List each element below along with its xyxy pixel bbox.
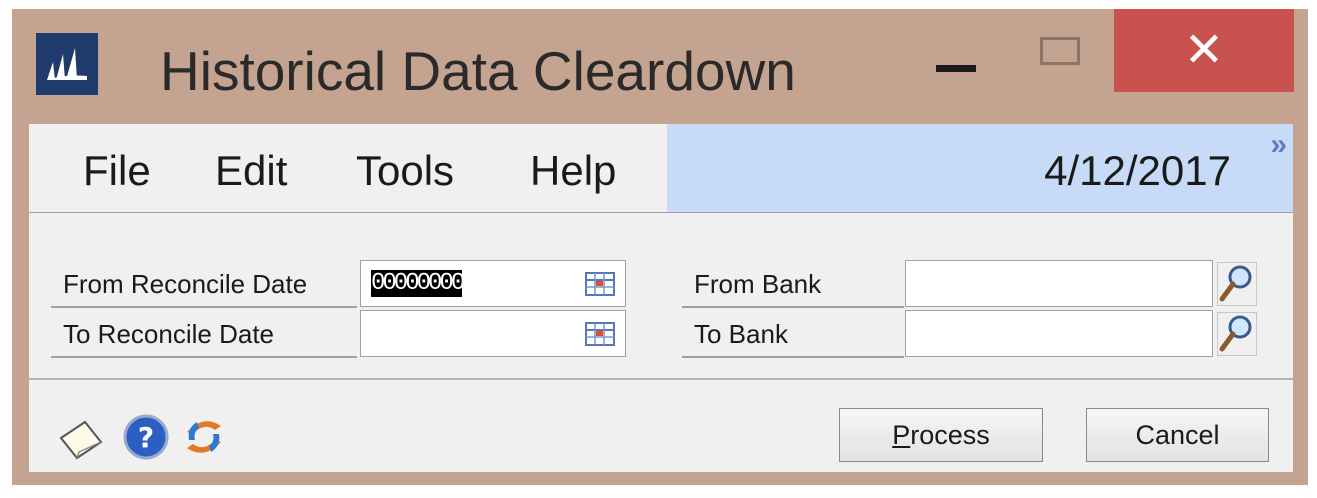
to-reconcile-date-label: To Reconcile Date: [51, 310, 357, 358]
process-button-mnemonic: P: [892, 420, 911, 450]
dialog-window: Historical Data Cleardown ✕ File Edit To…: [12, 9, 1308, 485]
from-bank-label: From Bank: [682, 260, 904, 308]
menu-help[interactable]: Help: [530, 146, 616, 196]
cancel-button[interactable]: Cancel: [1086, 408, 1269, 462]
svg-text:?: ?: [138, 421, 154, 454]
note-icon[interactable]: [55, 412, 105, 462]
menu-file[interactable]: File: [83, 146, 151, 196]
to-bank-label: To Bank: [682, 310, 904, 358]
lookup-icon[interactable]: [1217, 262, 1257, 306]
refresh-icon[interactable]: [179, 412, 229, 462]
menu-edit[interactable]: Edit: [215, 146, 287, 196]
help-icon[interactable]: ?: [121, 412, 171, 462]
from-reconcile-date-label: From Reconcile Date: [51, 260, 357, 308]
dynamics-logo-icon: [36, 33, 98, 95]
user-date-bar: 4/12/2017 »: [667, 124, 1293, 212]
process-button-label: rocess: [910, 420, 990, 450]
user-date[interactable]: 4/12/2017: [1044, 146, 1231, 196]
minimize-icon[interactable]: [932, 35, 984, 91]
from-bank-input[interactable]: [905, 260, 1213, 307]
dialog-client-area: File Edit Tools Help 4/12/2017 » From Re…: [29, 124, 1293, 472]
menu-tools[interactable]: Tools: [356, 146, 454, 196]
lookup-icon[interactable]: [1217, 312, 1257, 356]
calendar-icon[interactable]: [585, 272, 615, 296]
window-title: Historical Data Cleardown: [160, 40, 796, 102]
from-reconcile-date-value: 00000000: [371, 270, 465, 297]
maximize-icon[interactable]: [1036, 31, 1092, 83]
close-icon[interactable]: ✕: [1114, 9, 1294, 92]
menu-bar: File Edit Tools Help 4/12/2017 »: [29, 124, 1293, 213]
process-button[interactable]: Process: [839, 408, 1043, 462]
calendar-icon[interactable]: [585, 322, 615, 346]
to-bank-input[interactable]: [905, 310, 1213, 357]
expand-chevron-icon[interactable]: »: [1270, 130, 1287, 160]
separator: [29, 378, 1293, 380]
